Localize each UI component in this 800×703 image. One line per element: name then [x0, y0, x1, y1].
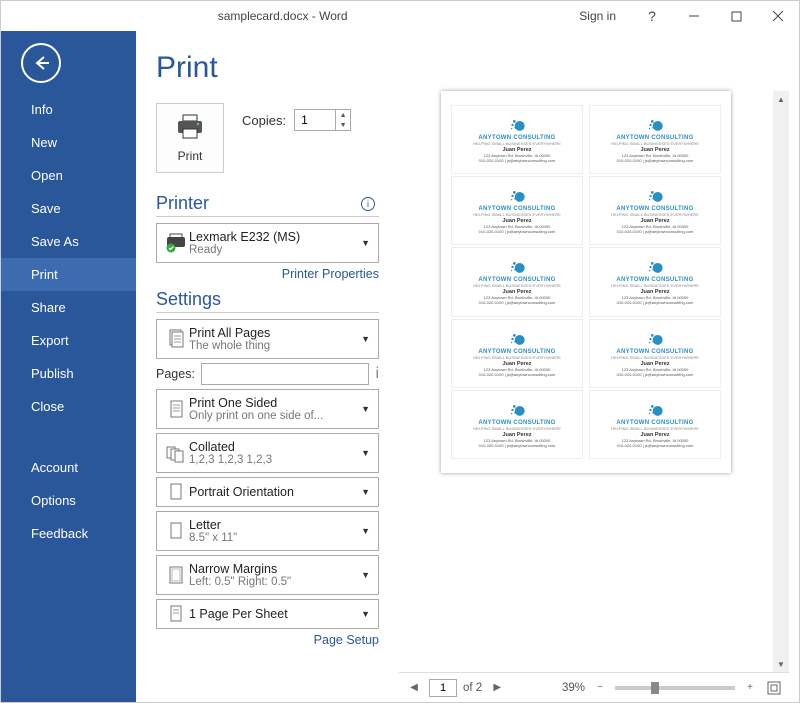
printer-info-icon[interactable]: i: [361, 197, 375, 211]
current-page-input[interactable]: [429, 679, 457, 697]
zoom-level-label: 39%: [562, 682, 585, 694]
sidebar-item-info[interactable]: Info: [1, 93, 136, 126]
sidebar-item-save-as[interactable]: Save As: [1, 225, 136, 258]
minimize-button[interactable]: [673, 1, 715, 31]
sign-in-link[interactable]: Sign in: [564, 9, 631, 23]
printer-status-icon: [163, 233, 189, 253]
copies-up-button[interactable]: ▲: [336, 110, 350, 120]
business-card: ANYTOWN CONSULTINGHELPING SMALL BUSINESS…: [451, 247, 583, 316]
page-setup-link[interactable]: Page Setup: [156, 633, 379, 647]
chevron-down-icon: ▼: [357, 570, 374, 580]
sidebar-item-save[interactable]: Save: [1, 192, 136, 225]
sidebar-item-publish[interactable]: Publish: [1, 357, 136, 390]
sidebar-item-export[interactable]: Export: [1, 324, 136, 357]
next-page-button[interactable]: ▶: [488, 679, 506, 697]
printer-icon: [175, 114, 205, 145]
page-icon: [163, 398, 189, 420]
pages-label: Pages:: [156, 367, 195, 381]
printer-section-heading: Printer: [156, 193, 209, 214]
prev-page-button[interactable]: ◀: [405, 679, 423, 697]
business-card: ANYTOWN CONSULTINGHELPING SMALL BUSINESS…: [451, 176, 583, 245]
business-card: ANYTOWN CONSULTINGHELPING SMALL BUSINESS…: [451, 390, 583, 459]
pages-per-sheet-dropdown[interactable]: 1 Page Per Sheet ▼: [156, 599, 379, 629]
printer-properties-link[interactable]: Printer Properties: [156, 267, 379, 281]
preview-page: ANYTOWN CONSULTINGHELPING SMALL BUSINESS…: [441, 91, 731, 473]
copies-spinner[interactable]: ▲ ▼: [294, 109, 351, 131]
margins-dropdown[interactable]: Narrow Margins Left: 0.5" Right: 0.5" ▼: [156, 555, 379, 595]
print-button[interactable]: Print: [156, 103, 224, 173]
print-preview-panel: ANYTOWN CONSULTINGHELPING SMALL BUSINESS…: [379, 31, 799, 702]
maximize-button[interactable]: [715, 1, 757, 31]
chevron-down-icon: ▼: [357, 404, 374, 414]
sidebar-item-print[interactable]: Print: [1, 258, 136, 291]
business-card: ANYTOWN CONSULTINGHELPING SMALL BUSINESS…: [589, 176, 721, 245]
pages-icon: [163, 328, 189, 350]
chevron-down-icon: ▼: [357, 609, 374, 619]
printer-status: Ready: [189, 244, 357, 256]
zoom-in-button[interactable]: +: [741, 679, 759, 697]
close-button[interactable]: [757, 1, 799, 31]
business-card: ANYTOWN CONSULTINGHELPING SMALL BUSINESS…: [589, 105, 721, 174]
chevron-down-icon: ▼: [357, 238, 374, 248]
printer-name: Lexmark E232 (MS): [189, 230, 357, 244]
business-card: ANYTOWN CONSULTINGHELPING SMALL BUSINESS…: [589, 247, 721, 316]
sidebar-item-close[interactable]: Close: [1, 390, 136, 423]
sidebar-item-new[interactable]: New: [1, 126, 136, 159]
chevron-down-icon: ▼: [357, 526, 374, 536]
window-title: samplecard.docx - Word: [1, 9, 564, 23]
margins-icon: [163, 564, 189, 586]
sheet-icon: [163, 604, 189, 624]
business-card: ANYTOWN CONSULTINGHELPING SMALL BUSINESS…: [589, 390, 721, 459]
fit-page-button[interactable]: [765, 679, 783, 697]
sidebar-item-open[interactable]: Open: [1, 159, 136, 192]
chevron-down-icon: ▼: [357, 487, 374, 497]
preview-area: ANYTOWN CONSULTINGHELPING SMALL BUSINESS…: [399, 91, 773, 672]
sidebar-item-options[interactable]: Options: [1, 484, 136, 517]
chevron-down-icon: ▼: [357, 334, 374, 344]
business-card: ANYTOWN CONSULTINGHELPING SMALL BUSINESS…: [451, 319, 583, 388]
zoom-out-button[interactable]: −: [591, 679, 609, 697]
portrait-icon: [163, 482, 189, 502]
pages-input[interactable]: [201, 363, 370, 385]
collate-dropdown[interactable]: Collated 1,2,3 1,2,3 1,2,3 ▼: [156, 433, 379, 473]
copies-down-button[interactable]: ▼: [336, 120, 350, 130]
sidebar-item-feedback[interactable]: Feedback: [1, 517, 136, 550]
page-heading: Print: [156, 51, 379, 85]
back-button[interactable]: [21, 43, 61, 83]
vertical-scrollbar[interactable]: ▲ ▼: [773, 91, 789, 672]
sides-dropdown[interactable]: Print One Sided Only print on one side o…: [156, 389, 379, 429]
printer-dropdown[interactable]: Lexmark E232 (MS) Ready ▼: [156, 223, 379, 263]
copies-input[interactable]: [295, 113, 335, 127]
print-range-dropdown[interactable]: Print All Pages The whole thing ▼: [156, 319, 379, 359]
sidebar-item-share[interactable]: Share: [1, 291, 136, 324]
help-button[interactable]: ?: [631, 1, 673, 31]
scroll-down-button[interactable]: ▼: [773, 656, 789, 672]
paper-icon: [163, 520, 189, 542]
paper-size-dropdown[interactable]: Letter 8.5" x 11" ▼: [156, 511, 379, 551]
sidebar-item-account[interactable]: Account: [1, 451, 136, 484]
copies-label: Copies:: [242, 113, 286, 128]
backstage-sidebar: InfoNewOpenSaveSave AsPrintShareExportPu…: [1, 31, 136, 702]
print-button-label: Print: [178, 149, 203, 163]
scroll-up-button[interactable]: ▲: [773, 91, 789, 107]
settings-section-heading: Settings: [156, 289, 221, 310]
business-card: ANYTOWN CONSULTINGHELPING SMALL BUSINESS…: [451, 105, 583, 174]
orientation-dropdown[interactable]: Portrait Orientation ▼: [156, 477, 379, 507]
zoom-slider[interactable]: [615, 686, 735, 690]
print-settings-panel: Print Print Copies: ▲ ▼: [136, 31, 379, 702]
page-total-label: of 2: [463, 682, 482, 694]
titlebar: samplecard.docx - Word Sign in ?: [1, 1, 799, 31]
preview-footer: ◀ of 2 ▶ 39% − +: [399, 672, 789, 702]
collate-icon: [163, 443, 189, 463]
chevron-down-icon: ▼: [357, 448, 374, 458]
business-card: ANYTOWN CONSULTINGHELPING SMALL BUSINESS…: [589, 319, 721, 388]
